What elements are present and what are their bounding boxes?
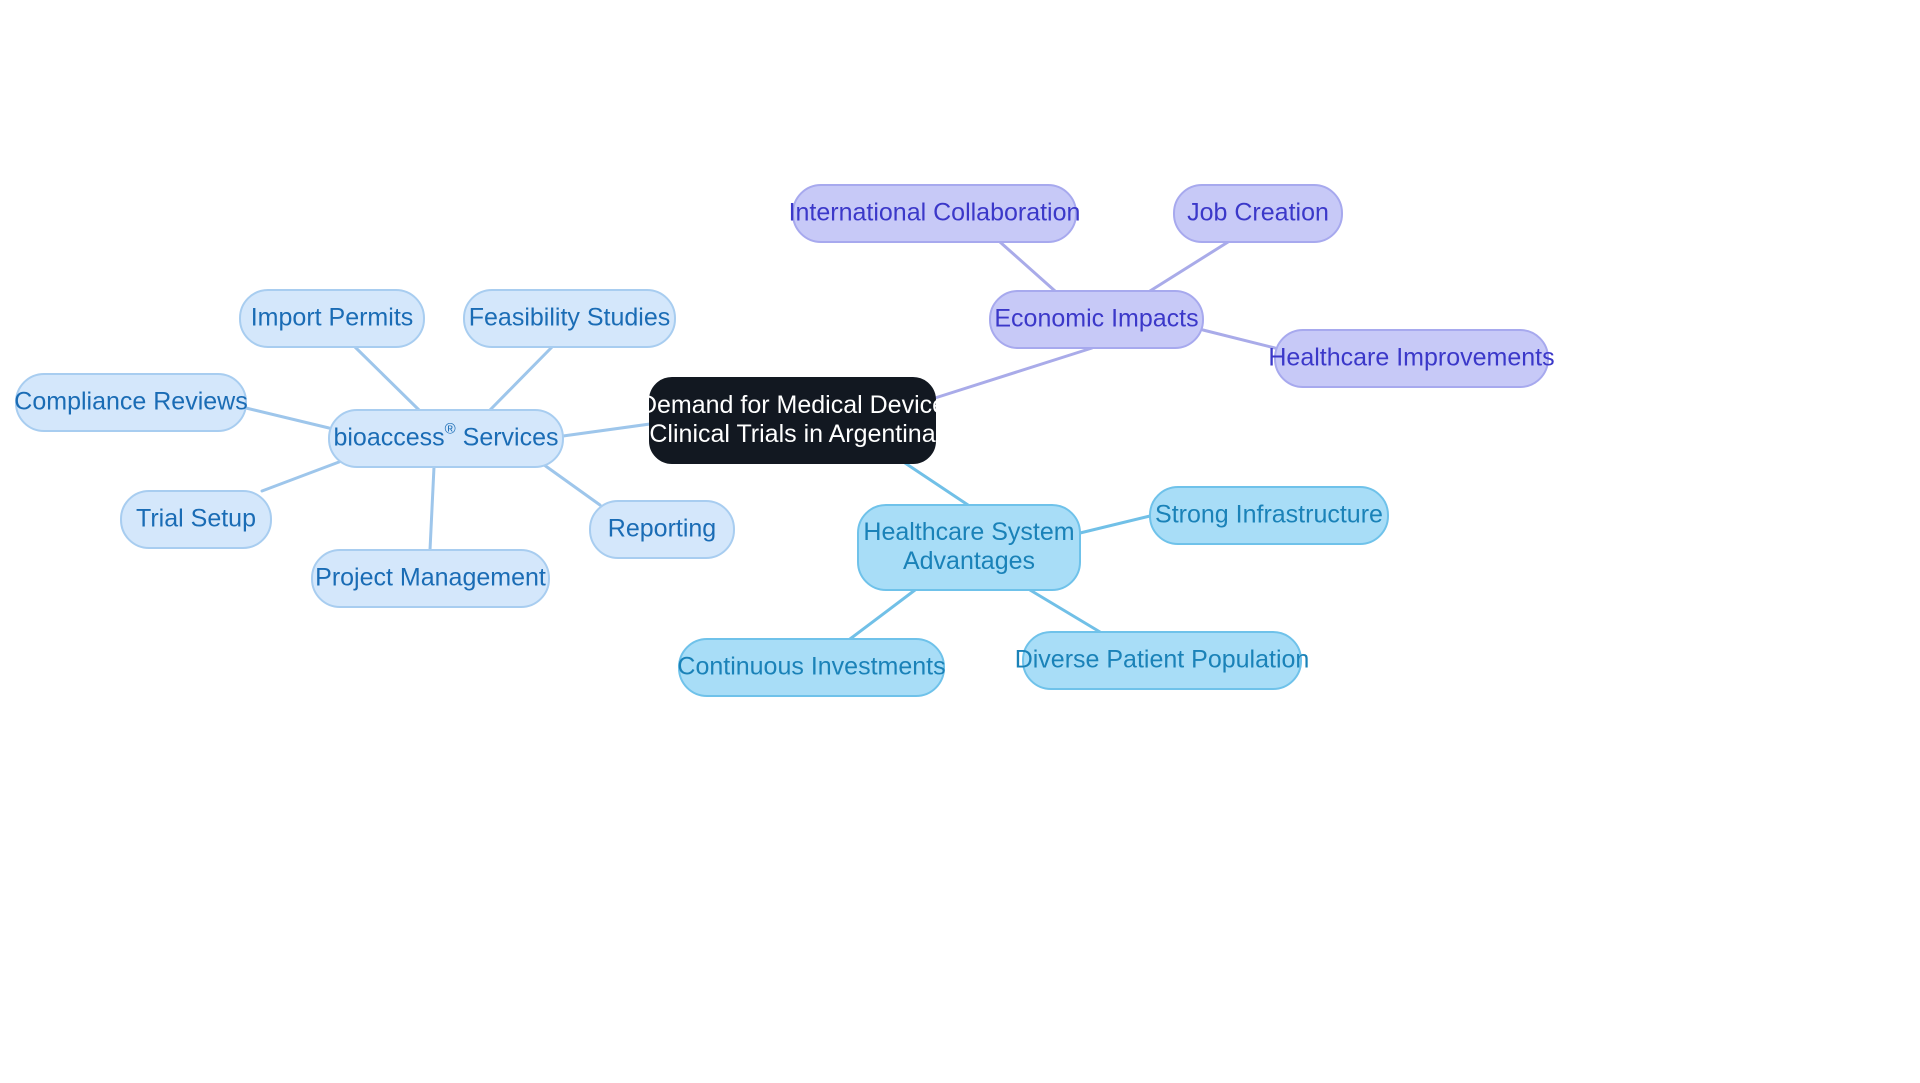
edge-bioaccess-services-to-reporting	[538, 460, 602, 507]
edge-healthcare-system-advantages-to-strong-infrastructure	[1078, 514, 1152, 535]
edge-economic-impacts-to-healthcare-improvements	[1201, 328, 1277, 350]
node-label-reporting: Reporting	[608, 514, 716, 542]
edge-bioaccess-services-to-compliance-reviews	[244, 406, 331, 430]
node-label-diverse-patient-population: Diverse Patient Population	[1015, 645, 1310, 673]
node-project-management[interactable]: Project Management	[311, 549, 550, 608]
node-label-compliance-reviews: Compliance Reviews	[14, 387, 247, 415]
edge-healthcare-system-advantages-to-continuous-investments	[848, 588, 917, 641]
edge-bioaccess-services-to-feasibility-studies	[488, 345, 554, 412]
node-job-creation[interactable]: Job Creation	[1173, 184, 1343, 243]
node-label-root: Demand for Medical Device Clinical Trials…	[639, 391, 946, 448]
edge-bioaccess-services-to-project-management	[428, 465, 436, 552]
nodes-layer: Demand for Medical Device Clinical Trials…	[14, 184, 1555, 697]
node-label-healthcare-improvements: Healthcare Improvements	[1268, 343, 1554, 371]
mindmap-svg: Demand for Medical Device Clinical Trials…	[14, 184, 1555, 697]
node-economic-impacts[interactable]: Economic Impacts	[989, 290, 1204, 349]
edge-root-to-bioaccess-services	[561, 422, 652, 438]
node-label-strong-infrastructure: Strong Infrastructure	[1155, 500, 1383, 528]
edge-root-to-healthcare-system-advantages	[903, 461, 970, 507]
edge-healthcare-system-advantages-to-diverse-patient-population	[1028, 588, 1102, 634]
node-strong-infrastructure[interactable]: Strong Infrastructure	[1149, 486, 1389, 545]
mindmap-canvas: Demand for Medical Device Clinical Trials…	[0, 0, 1920, 1083]
node-trial-setup[interactable]: Trial Setup	[120, 490, 272, 549]
edge-economic-impacts-to-international-collaboration	[998, 240, 1057, 293]
node-healthcare-system-advantages[interactable]: Healthcare System Advantages	[857, 504, 1081, 591]
node-root[interactable]: Demand for Medical Device Clinical Trials…	[639, 377, 946, 464]
edge-economic-impacts-to-job-creation	[1148, 240, 1230, 293]
edge-bioaccess-services-to-import-permits	[353, 345, 421, 412]
node-label-import-permits: Import Permits	[251, 303, 414, 331]
node-label-feasibility-studies: Feasibility Studies	[469, 303, 670, 331]
edge-root-to-economic-impacts	[933, 346, 1094, 400]
node-label-trial-setup: Trial Setup	[136, 504, 256, 532]
node-bioaccess-services[interactable]: bioaccess® Services	[328, 409, 564, 468]
node-import-permits[interactable]: Import Permits	[239, 289, 425, 348]
node-label-economic-impacts: Economic Impacts	[994, 304, 1198, 332]
node-label-project-management: Project Management	[315, 563, 546, 591]
node-international-collaboration[interactable]: International Collaboration	[789, 184, 1081, 243]
node-compliance-reviews[interactable]: Compliance Reviews	[14, 373, 248, 432]
node-healthcare-improvements[interactable]: Healthcare Improvements	[1268, 329, 1555, 388]
node-label-continuous-investments: Continuous Investments	[677, 652, 945, 680]
node-feasibility-studies[interactable]: Feasibility Studies	[463, 289, 676, 348]
node-label-job-creation: Job Creation	[1187, 198, 1329, 226]
edge-bioaccess-services-to-trial-setup	[260, 460, 341, 493]
node-label-international-collaboration: International Collaboration	[789, 198, 1081, 226]
node-diverse-patient-population[interactable]: Diverse Patient Population	[1015, 631, 1310, 690]
node-reporting[interactable]: Reporting	[589, 500, 735, 559]
node-continuous-investments[interactable]: Continuous Investments	[677, 638, 946, 697]
